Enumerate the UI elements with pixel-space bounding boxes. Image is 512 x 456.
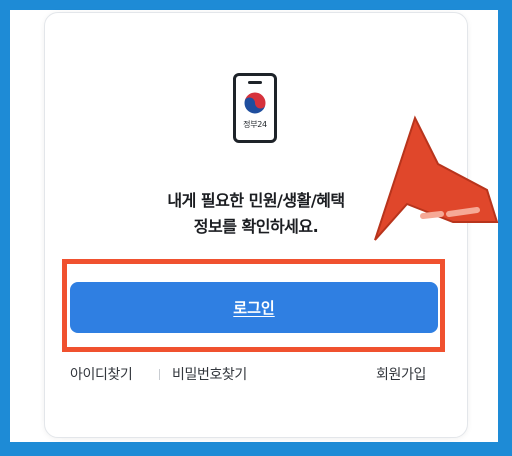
brand-label: 정부24 [243, 120, 267, 129]
phone-emblem-icon: 정부24 [233, 73, 277, 143]
find-password-link[interactable]: 비밀번호찾기 [172, 364, 247, 384]
taegeuk-emblem-icon [243, 91, 267, 115]
find-id-link[interactable]: 아이디찾기 [70, 364, 133, 384]
sign-up-link[interactable]: 회원가입 [376, 364, 426, 384]
phone-speaker [248, 81, 262, 84]
link-divider [159, 369, 160, 380]
login-button[interactable]: 로그인 [70, 282, 438, 333]
arrow-pointer-icon [374, 115, 499, 241]
